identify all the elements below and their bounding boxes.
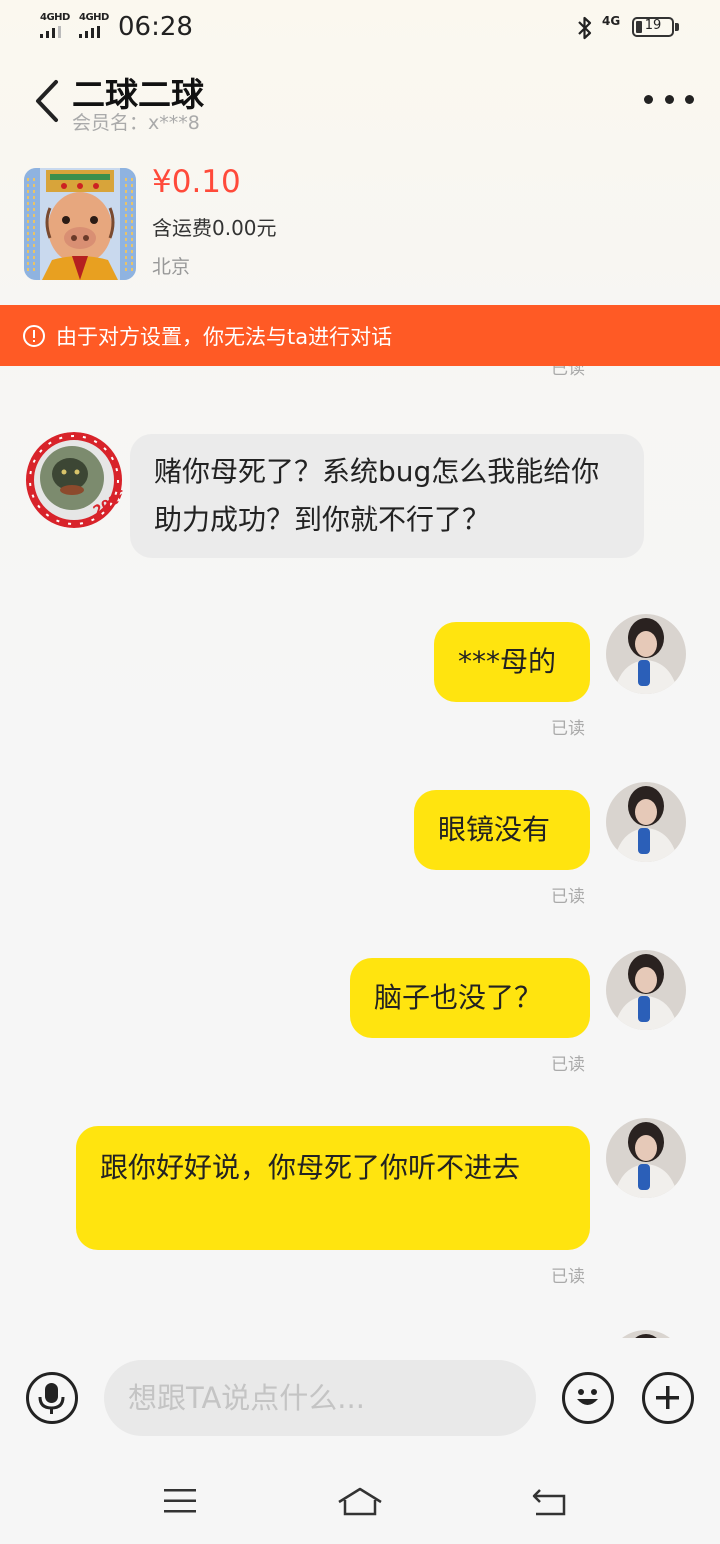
home-icon[interactable] [336, 1484, 384, 1518]
battery-icon: 19 [632, 17, 674, 37]
bluetooth-icon [578, 16, 592, 40]
banner-text: 由于对方设置，你无法与ta进行对话 [56, 324, 393, 349]
sim1-label: 4GHD [40, 12, 70, 23]
battery-level: 19 [644, 18, 662, 33]
message-bubble-outgoing[interactable]: ***母的 [434, 622, 590, 702]
shipping-fee: 含运费0.00元 [152, 216, 277, 240]
other-user-avatar[interactable]: 2026 [24, 432, 124, 528]
voice-input-button[interactable] [26, 1372, 78, 1424]
message-bubble-incoming[interactable]: 赌你母死了？系统bug怎么我能给你助力成功？到你就不行了？ [130, 434, 644, 558]
microphone-icon [38, 1383, 65, 1414]
read-status: 已读 [551, 1055, 585, 1075]
message-bubble-outgoing[interactable]: 脑子也没了？ [350, 958, 590, 1038]
more-options-icon[interactable] [644, 84, 694, 114]
sim1-signal-icon: 4GHD [40, 12, 74, 40]
message-input[interactable] [104, 1360, 536, 1436]
product-location: 北京 [152, 256, 191, 278]
product-thumbnail[interactable] [24, 168, 136, 280]
product-price: ¥0.10 [152, 164, 241, 200]
network-type: 4G [602, 14, 621, 28]
back-arrow-icon[interactable] [30, 78, 66, 124]
back-icon[interactable] [530, 1484, 570, 1518]
emoji-icon [577, 1389, 598, 1405]
system-navigation-bar [0, 1460, 720, 1544]
message-bubble-outgoing[interactable]: 跟你好好说，你母死了你听不进去 [76, 1126, 590, 1250]
blocked-warning-banner: 由于对方设置，你无法与ta进行对话 [0, 305, 720, 366]
member-name: 会员名：x***8 [72, 112, 200, 134]
status-bar: 4GHD 4GHD 06:28 4G 19 [0, 0, 720, 58]
my-avatar[interactable] [606, 782, 686, 862]
warning-icon [23, 324, 45, 347]
sim2-signal-icon: 4GHD [79, 12, 113, 40]
read-status: 已读 [551, 719, 585, 739]
read-status: 已读 [551, 1267, 585, 1287]
my-avatar[interactable] [606, 950, 686, 1030]
sim2-label: 4GHD [79, 12, 109, 23]
my-avatar[interactable] [606, 1118, 686, 1198]
clock: 06:28 [118, 12, 193, 42]
message-bubble-outgoing[interactable]: 眼镜没有 [414, 790, 590, 870]
plus-icon [656, 1386, 679, 1409]
battery-tip [675, 23, 679, 31]
read-status: 已读 [551, 887, 585, 907]
emoji-button[interactable] [562, 1372, 614, 1424]
add-attachment-button[interactable] [642, 1372, 694, 1424]
my-avatar[interactable] [606, 614, 686, 694]
menu-icon[interactable] [162, 1486, 198, 1516]
read-status-partial: 已读 [551, 366, 585, 379]
